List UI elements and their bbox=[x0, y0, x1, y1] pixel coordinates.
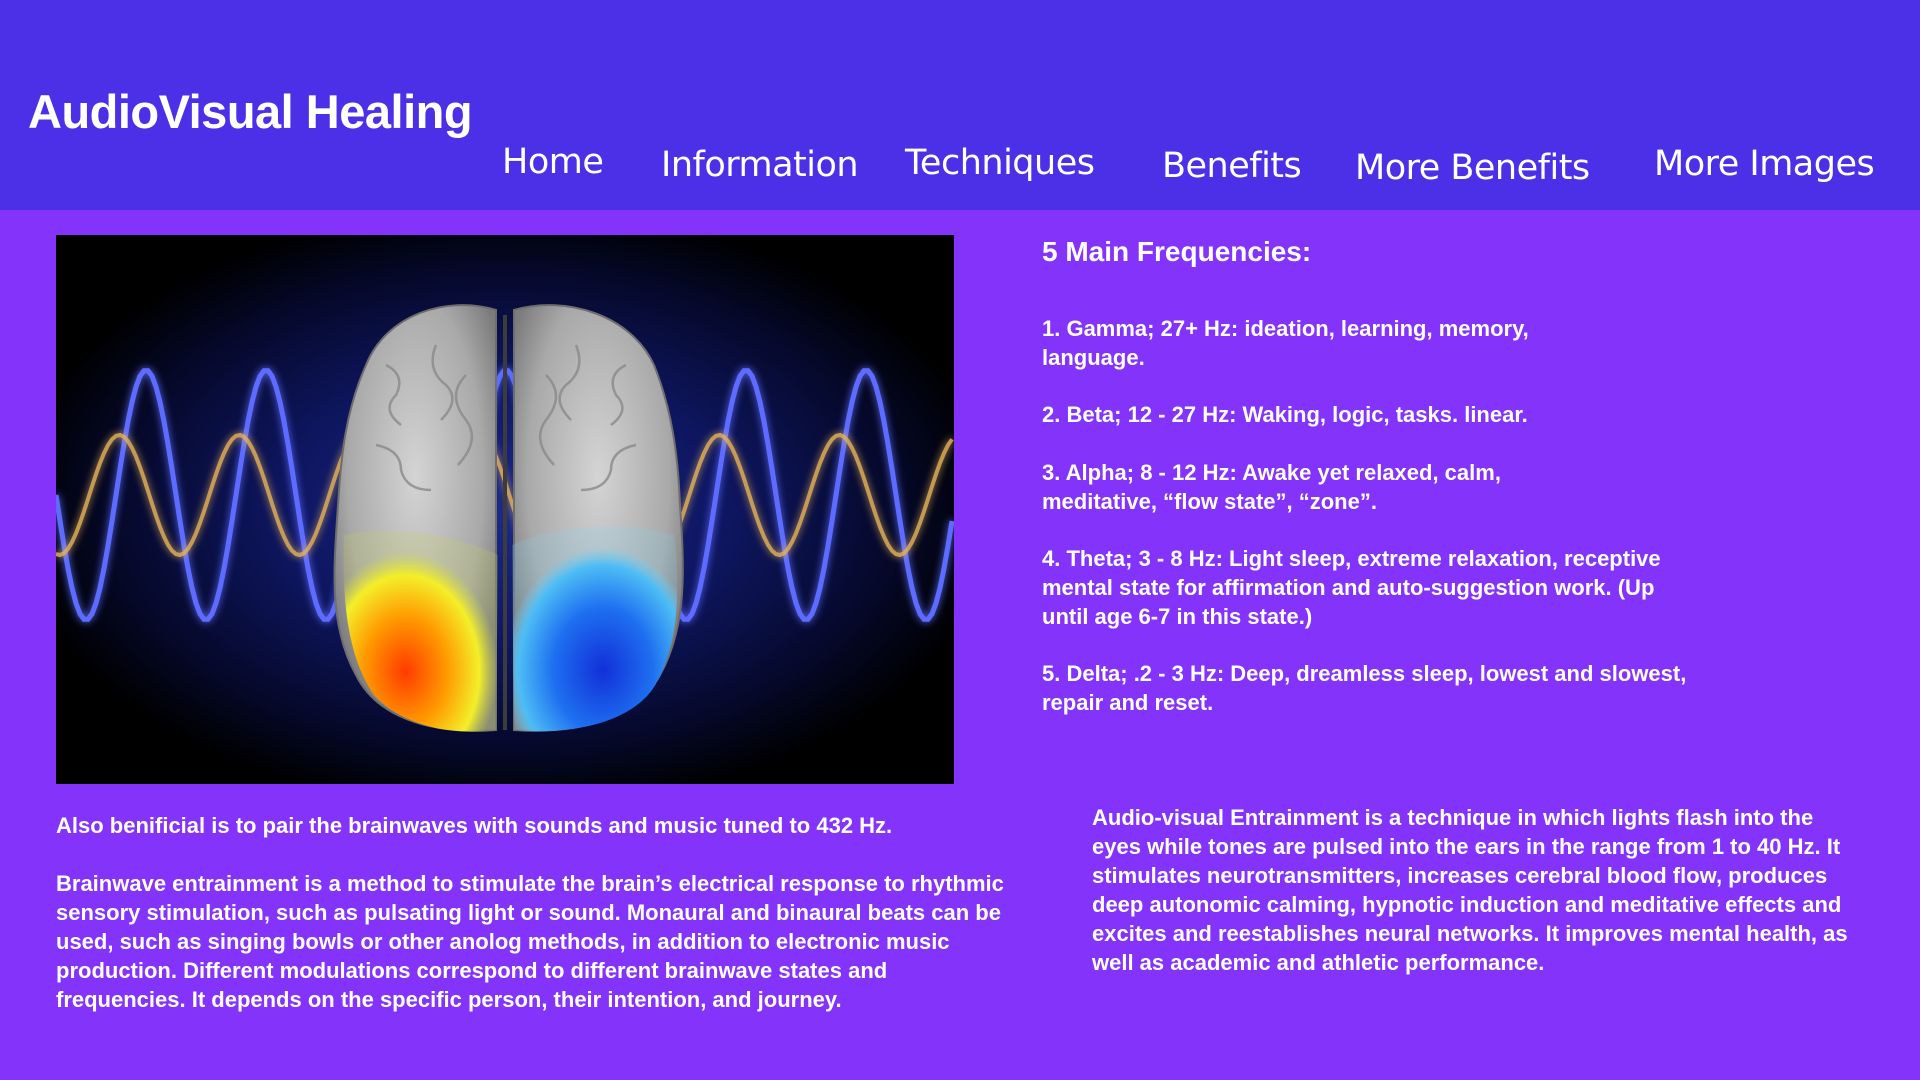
brain-waves-illustration bbox=[56, 235, 954, 784]
audio-visual-entrainment-paragraph: Audio-visual Entrainment is a technique … bbox=[1092, 805, 1848, 975]
site-header: AudioVisual Healing Home Information Tec… bbox=[0, 0, 1920, 210]
nav-more-benefits-link[interactable]: More Benefits bbox=[1355, 148, 1590, 188]
frequency-theta: 4. Theta; 3 - 8 Hz: Light sleep, extreme… bbox=[1042, 546, 1661, 629]
nav-home-link[interactable]: Home bbox=[502, 142, 604, 182]
frequency-delta: 5. Delta; .2 - 3 Hz: Deep, dreamless sle… bbox=[1042, 661, 1687, 715]
tuning-432-note: Also benificial is to pair the brainwave… bbox=[56, 813, 893, 838]
frequency-beta: 2. Beta; 12 - 27 Hz: Waking, logic, task… bbox=[1042, 402, 1528, 427]
nav-benefits-link[interactable]: Benefits bbox=[1162, 146, 1302, 186]
frequency-alpha: 3. Alpha; 8 - 12 Hz: Awake yet relaxed, … bbox=[1042, 460, 1501, 514]
brain-waves-image bbox=[56, 235, 954, 784]
nav-information-link[interactable]: Information bbox=[661, 145, 859, 185]
nav-more-images-link[interactable]: More Images bbox=[1654, 144, 1875, 184]
brainwave-entrainment-paragraph: Brainwave entrainment is a method to sti… bbox=[56, 871, 1004, 1012]
site-title[interactable]: AudioVisual Healing bbox=[28, 84, 473, 139]
nav-techniques-link[interactable]: Techniques bbox=[905, 143, 1095, 183]
frequencies-heading: 5 Main Frequencies: bbox=[1042, 236, 1312, 267]
frequency-gamma: 1. Gamma; 27+ Hz: ideation, learning, me… bbox=[1042, 316, 1529, 370]
